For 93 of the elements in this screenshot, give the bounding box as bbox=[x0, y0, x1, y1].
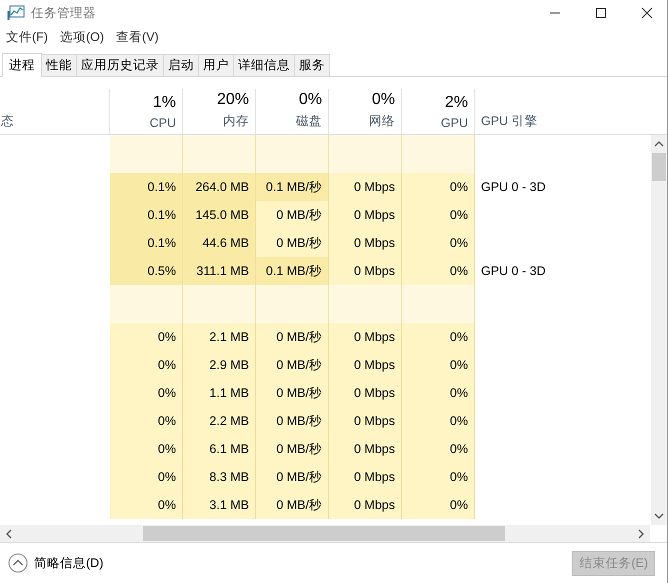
table-cell: 0 MB/秒 bbox=[256, 435, 329, 463]
table-cell: 0% bbox=[402, 407, 475, 435]
column-header[interactable]: 磁盘 bbox=[296, 113, 322, 130]
table-cell: 0.1 MB/秒 bbox=[256, 173, 329, 201]
scroll-right-icon[interactable] bbox=[637, 528, 645, 538]
table-cell: 0 Mbps bbox=[329, 229, 402, 257]
table-cell: 2.1 MB bbox=[183, 323, 256, 351]
tab[interactable]: 详细信息 bbox=[233, 54, 295, 76]
table-cell: 0% bbox=[402, 463, 475, 491]
tab[interactable]: 进程 bbox=[2, 53, 42, 77]
table-cell: 0% bbox=[110, 435, 183, 463]
table-cell: 0 Mbps bbox=[329, 323, 402, 351]
column-usage: 20% bbox=[216, 91, 249, 109]
table-cell: 0.5% bbox=[110, 257, 183, 285]
collapse-icon[interactable] bbox=[8, 553, 28, 573]
window-title: 任务管理器 bbox=[31, 4, 96, 22]
menu-item[interactable]: 文件(F) bbox=[6, 28, 48, 46]
table-cell: 0 Mbps bbox=[329, 407, 402, 435]
table-cell: 0% bbox=[402, 351, 475, 379]
table-cell: 0 MB/秒 bbox=[256, 491, 329, 519]
table-cell: 0% bbox=[110, 463, 183, 491]
table-cell: 0 Mbps bbox=[329, 379, 402, 407]
table-cell: 0 Mbps bbox=[329, 435, 402, 463]
table-cell: 0 Mbps bbox=[329, 491, 402, 519]
column-header[interactable]: GPU bbox=[440, 116, 468, 130]
table-cell: GPU 0 - 3D bbox=[481, 180, 546, 194]
scroll-thumb[interactable] bbox=[143, 526, 505, 541]
table-cell: 0 MB/秒 bbox=[256, 201, 329, 229]
table-cell: 0% bbox=[402, 435, 475, 463]
column-header[interactable]: CPU bbox=[150, 116, 176, 130]
column-header[interactable]: GPU 引擎 bbox=[481, 113, 538, 130]
table-cell: 264.0 MB bbox=[183, 173, 256, 201]
table-cell: 0% bbox=[110, 407, 183, 435]
table-cell: 0.1 MB/秒 bbox=[256, 257, 329, 285]
tab[interactable]: 性能 bbox=[41, 54, 77, 76]
scroll-down-icon[interactable] bbox=[654, 512, 664, 520]
table-cell: 0 MB/秒 bbox=[256, 379, 329, 407]
monitor-chart-icon bbox=[7, 5, 25, 21]
vertical-scrollbar[interactable] bbox=[651, 135, 667, 525]
table-cell: 0% bbox=[402, 201, 475, 229]
table-cell: GPU 0 - 3D bbox=[481, 264, 546, 278]
tab[interactable]: 应用历史记录 bbox=[76, 54, 164, 76]
table-cell: 2.9 MB bbox=[183, 351, 256, 379]
table-cell: 0.1% bbox=[110, 173, 183, 201]
column-usage: 0% bbox=[372, 91, 395, 109]
menu-item[interactable]: 查看(V) bbox=[116, 28, 159, 46]
table-cell: 0% bbox=[110, 351, 183, 379]
table-cell: 0% bbox=[110, 379, 183, 407]
maximize-icon[interactable] bbox=[595, 7, 607, 19]
column-header[interactable]: 态 bbox=[1, 113, 14, 130]
table-cell: 0% bbox=[402, 323, 475, 351]
table-cell: 0% bbox=[402, 379, 475, 407]
column-usage: 0% bbox=[298, 91, 322, 109]
table-cell: 0% bbox=[402, 491, 475, 519]
table-cell: 0 Mbps bbox=[329, 201, 402, 229]
table-cell: 0 Mbps bbox=[329, 257, 402, 285]
scroll-thumb[interactable] bbox=[652, 153, 666, 181]
table-cell: 0.1% bbox=[110, 229, 183, 257]
column-header[interactable]: 网络 bbox=[369, 113, 395, 130]
table-cell: 0 MB/秒 bbox=[256, 351, 329, 379]
tab[interactable]: 用户 bbox=[198, 54, 234, 76]
horizontal-scrollbar[interactable] bbox=[0, 525, 650, 542]
table-cell: 0% bbox=[402, 257, 475, 285]
table-cell: 0 MB/秒 bbox=[256, 463, 329, 491]
tab[interactable]: 启动 bbox=[163, 54, 199, 76]
table-cell: 1.1 MB bbox=[183, 379, 256, 407]
column-header[interactable]: 内存 bbox=[223, 113, 249, 130]
scroll-left-icon[interactable] bbox=[5, 528, 13, 538]
table-cell: 0% bbox=[402, 229, 475, 257]
table-cell: 0% bbox=[402, 173, 475, 201]
table-cell: 0 MB/秒 bbox=[256, 323, 329, 351]
table-cell: 2.2 MB bbox=[183, 407, 256, 435]
table-cell: 0 Mbps bbox=[329, 351, 402, 379]
details-toggle-link[interactable]: 简略信息(D) bbox=[34, 554, 104, 572]
table-cell: 145.0 MB bbox=[183, 201, 256, 229]
table-cell: 0% bbox=[110, 323, 183, 351]
menu-item[interactable]: 选项(O) bbox=[60, 28, 104, 46]
table-cell: 0% bbox=[110, 491, 183, 519]
column-usage: 1% bbox=[152, 94, 176, 112]
table-cell: 6.1 MB bbox=[183, 435, 256, 463]
table-cell: 0 MB/秒 bbox=[256, 229, 329, 257]
scroll-up-icon[interactable] bbox=[654, 140, 664, 148]
table-cell: 311.1 MB bbox=[183, 257, 256, 285]
column-usage: 2% bbox=[444, 94, 468, 112]
tab[interactable]: 服务 bbox=[294, 54, 330, 76]
close-icon[interactable] bbox=[641, 7, 653, 19]
table-cell: 0 MB/秒 bbox=[256, 407, 329, 435]
table-cell: 0.1% bbox=[110, 201, 183, 229]
table-cell: 0 Mbps bbox=[329, 173, 402, 201]
table-cell: 44.6 MB bbox=[183, 229, 256, 257]
table-cell: 0 Mbps bbox=[329, 463, 402, 491]
table-cell: 8.3 MB bbox=[183, 463, 256, 491]
table-cell: 3.1 MB bbox=[183, 491, 256, 519]
